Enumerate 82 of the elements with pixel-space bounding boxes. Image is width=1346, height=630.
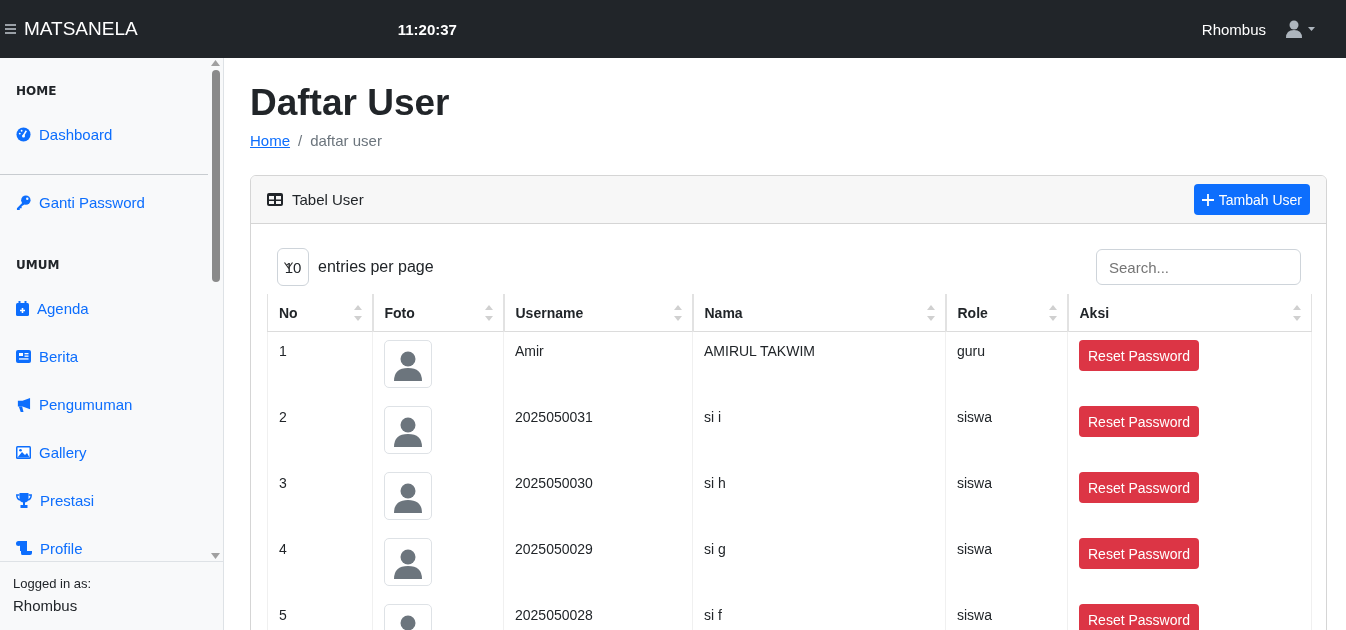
breadcrumb-current: daftar user (310, 132, 382, 149)
scrollbar[interactable] (208, 58, 223, 561)
column-header[interactable]: Role (945, 294, 1068, 332)
sidebar-item[interactable]: Ganti Password (0, 178, 208, 226)
reset-password-button[interactable]: Reset Password (1079, 538, 1199, 569)
page-title: Daftar User (250, 82, 451, 124)
table-cell: 2 (267, 398, 373, 464)
key-icon (16, 194, 31, 210)
table-cell: si i (692, 398, 946, 464)
column-header[interactable]: Username (503, 294, 693, 332)
table-cell: AMIRUL TAKWIM (692, 331, 946, 398)
user-icon[interactable] (1286, 20, 1316, 38)
table-cell: si f (692, 596, 946, 630)
table-cell: Amir (503, 331, 693, 398)
user-silhouette-icon (394, 549, 422, 579)
table-cell: 2025050029 (503, 530, 693, 596)
breadcrumb-separator: / (298, 132, 303, 149)
logged-in-user: Rhombus (13, 597, 79, 614)
clock-text: 11:20:37 (397, 20, 457, 38)
user-silhouette-icon (394, 351, 422, 381)
table-cell: 2025050030 (503, 464, 693, 530)
per-page-label: entries per page (318, 258, 434, 276)
sort-icon (926, 303, 935, 322)
plus-icon (1201, 193, 1214, 206)
gauge-icon (16, 126, 31, 142)
sidebar-item[interactable]: Agenda (0, 284, 208, 332)
table-cell: siswa (945, 530, 1068, 596)
card-title: Tabel User (292, 191, 364, 208)
user-silhouette-icon (394, 483, 422, 513)
table-cell: 1 (267, 331, 373, 398)
reset-password-button[interactable]: Reset Password (1079, 472, 1199, 503)
table-cell: 3 (267, 464, 373, 530)
table-icon (267, 193, 283, 206)
table-cell: 2025050028 (503, 596, 693, 630)
column-header[interactable]: Nama (692, 294, 946, 332)
sort-icon (353, 303, 362, 322)
sidebar-item[interactable]: Profile (0, 524, 208, 561)
scroll-icon (16, 541, 32, 555)
sidebar-item[interactable]: Gallery (0, 428, 208, 476)
sort-icon (1048, 303, 1057, 322)
reset-password-button[interactable]: Reset Password (1079, 340, 1199, 371)
scroll-up-arrow-icon[interactable] (211, 60, 220, 66)
search-field[interactable]: Search... (1096, 249, 1301, 285)
table-cell: si h (692, 464, 946, 530)
add-user-button[interactable]: Tambah User (1193, 184, 1310, 215)
per-page-select[interactable]: 10 (277, 248, 309, 286)
user-name: Rhombus (1201, 20, 1266, 38)
breadcrumb-link[interactable]: Home (250, 132, 290, 149)
scrollbar-thumb[interactable] (211, 70, 220, 282)
image-icon (16, 445, 31, 459)
caret-icon (284, 262, 293, 269)
table-cell: siswa (945, 398, 1068, 464)
reset-password-button[interactable]: Reset Password (1079, 604, 1199, 630)
table-cell: 2025050031 (503, 398, 693, 464)
reset-password-button[interactable]: Reset Password (1079, 406, 1199, 437)
sort-icon (484, 303, 493, 322)
megaphone-icon (16, 396, 31, 412)
column-header[interactable]: Aksi (1067, 294, 1312, 332)
sidebar-heading: UMUM (15, 257, 61, 274)
sidebar-item[interactable]: Dashboard (0, 110, 208, 158)
trophy-icon (16, 492, 32, 508)
column-header[interactable]: Foto (372, 294, 504, 332)
logged-in-label: Logged in as: (13, 576, 93, 591)
table-cell: siswa (945, 596, 1068, 630)
sort-icon (1293, 303, 1301, 322)
sidebar-item[interactable]: Berita (0, 332, 208, 380)
sidebar-heading: HOME (15, 83, 58, 100)
calendar-icon (16, 300, 29, 316)
table-cell: si g (692, 530, 946, 596)
sidebar-item[interactable]: Prestasi (0, 476, 208, 524)
table-cell: 4 (267, 530, 373, 596)
brand-title[interactable]: MATSANELA (24, 18, 138, 40)
menu-icon[interactable] (5, 24, 16, 34)
user-silhouette-icon (394, 417, 422, 447)
table-cell: 5 (267, 596, 373, 630)
table-cell: guru (945, 331, 1068, 398)
sort-icon (673, 303, 682, 322)
scroll-down-arrow-icon[interactable] (211, 553, 220, 559)
newspaper-icon (16, 349, 31, 363)
table-cell: siswa (945, 464, 1068, 530)
sidebar-item[interactable]: Pengumuman (0, 380, 208, 428)
column-header[interactable]: No (267, 294, 373, 332)
